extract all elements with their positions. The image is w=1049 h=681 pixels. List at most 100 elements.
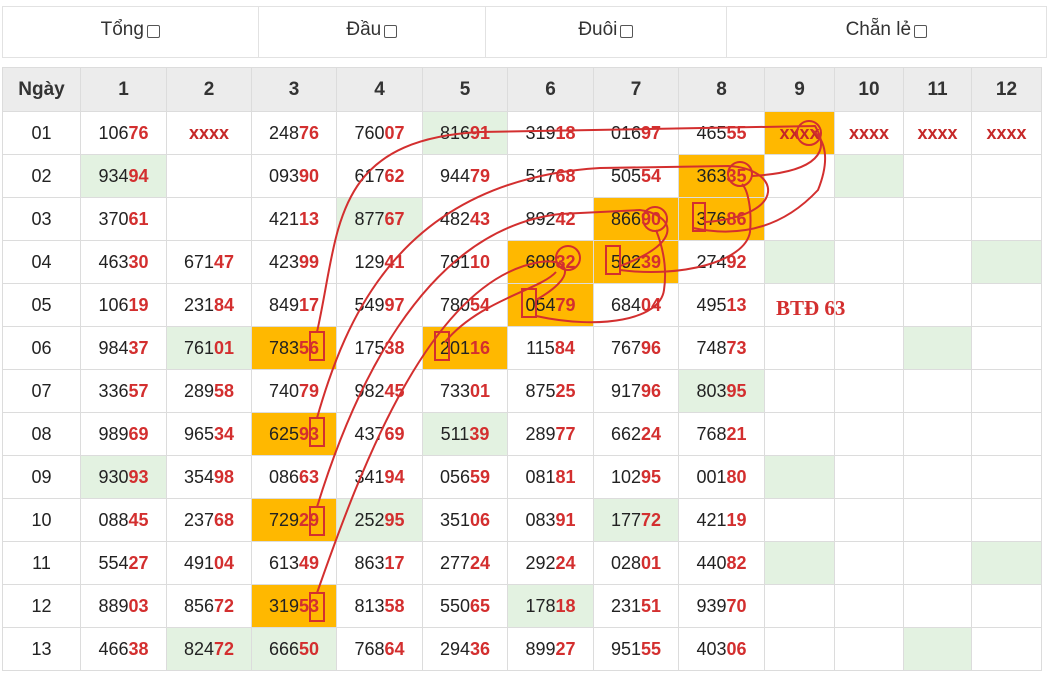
value-last-two: 97 [384, 294, 405, 315]
result-cell [166, 197, 252, 241]
result-cell [764, 584, 835, 628]
filter-tong[interactable]: Tổng [3, 7, 259, 57]
table-row: 12 88903 85672 31953 81358 55065 17818 23151 939… [2, 584, 1042, 628]
value-last-two: 69 [384, 423, 405, 444]
result-cell: xxxx [834, 111, 904, 155]
result-cell: 46638 [80, 627, 167, 671]
value-last-two: 65 [470, 595, 491, 616]
value-last-two: 27 [555, 638, 576, 659]
value-last-two: 70 [726, 595, 747, 616]
table-row: 02 93494 09390 61762 94479 51768 50554 36335 [2, 154, 1042, 198]
value-prefix: 666 [268, 638, 299, 659]
result-cell: 82472 [166, 627, 252, 671]
value-prefix: 617 [354, 165, 385, 186]
result-cell: 37686 [678, 197, 765, 241]
table-row: 01 10676 xxxx 24876 76007 81691 31918 01697 4655… [2, 111, 1042, 155]
result-cell [764, 412, 835, 456]
result-cell: 49104 [166, 541, 252, 585]
result-cell: 28958 [166, 369, 252, 413]
value-prefix: 671 [183, 251, 214, 272]
table-row: 13 46638 82472 66650 76864 29436 89927 95155 403… [2, 627, 1042, 671]
day-cell: 08 [2, 412, 81, 456]
header-row: Ngày 1 2 3 4 5 6 7 8 9 10 11 12 [2, 67, 1042, 112]
column-header-10: 10 [834, 67, 904, 112]
value-last-two: 91 [555, 509, 576, 530]
value-prefix: 178 [525, 595, 556, 616]
result-cell: 33657 [80, 369, 167, 413]
value-last-two: 96 [641, 337, 662, 358]
column-header-11: 11 [903, 67, 972, 112]
result-cell: 76864 [336, 627, 423, 671]
value-prefix: 951 [610, 638, 641, 659]
value-last-two: 97 [641, 122, 662, 143]
filter-duoi[interactable]: Đuôi [486, 7, 727, 57]
result-cell [834, 154, 904, 198]
value-prefix: 093 [268, 165, 299, 186]
value-prefix: 028 [610, 552, 641, 573]
result-cell: 67147 [166, 240, 252, 284]
value-prefix: 899 [525, 638, 556, 659]
result-cell: xxxx [971, 111, 1042, 155]
result-cell [903, 627, 972, 671]
result-cell [903, 326, 972, 370]
value-last-two: 17 [384, 552, 405, 573]
value-last-two: 01 [641, 552, 662, 573]
value-prefix: 767 [610, 337, 641, 358]
value-prefix: 748 [696, 337, 727, 358]
filter-duoi-checkbox[interactable] [620, 25, 634, 38]
result-cell [764, 240, 835, 284]
value-last-two: 10 [470, 251, 491, 272]
value-prefix: 684 [610, 294, 641, 315]
value-last-two: 76 [299, 122, 320, 143]
value-prefix: 768 [696, 423, 727, 444]
filter-chan-le-checkbox[interactable] [914, 25, 928, 38]
value-prefix: 354 [183, 466, 214, 487]
result-cell [834, 369, 904, 413]
value-last-two: 95 [384, 509, 405, 530]
result-cell: 20116 [422, 326, 508, 370]
result-cell: 88903 [80, 584, 167, 628]
table-row: 09 93093 35498 08663 34194 05659 08181 10295 001… [2, 455, 1042, 499]
value-last-two: 27 [128, 552, 149, 573]
value-last-two: 92 [726, 251, 747, 272]
value-last-two: 90 [299, 165, 320, 186]
result-cell: 84917 [251, 283, 337, 327]
value-prefix: 351 [439, 509, 470, 530]
value-prefix: 863 [354, 552, 385, 573]
result-cell: 98245 [336, 369, 423, 413]
value-prefix: 016 [610, 122, 641, 143]
filter-tong-checkbox[interactable] [146, 25, 160, 38]
value-prefix: 115 [526, 337, 555, 358]
result-cell: 68404 [593, 283, 679, 327]
result-cell: 74873 [678, 326, 765, 370]
value-prefix: 875 [525, 380, 556, 401]
value-prefix: 465 [696, 122, 727, 143]
value-prefix: 437 [354, 423, 385, 444]
result-cell: 05479 [507, 283, 594, 327]
value-prefix: 083 [525, 509, 556, 530]
result-cell: 09390 [251, 154, 337, 198]
value-last-two: 49 [299, 552, 320, 573]
value-last-two: 13 [299, 208, 320, 229]
value-prefix: 466 [98, 638, 129, 659]
result-cell [834, 326, 904, 370]
value-last-two: 55 [641, 638, 662, 659]
value-last-two: 95 [726, 380, 747, 401]
value-last-two: 72 [214, 595, 235, 616]
filter-chan-le[interactable]: Chẵn lẻ [727, 7, 1046, 57]
value-prefix: 106 [98, 122, 129, 143]
filter-dau[interactable]: Đầu [259, 7, 487, 57]
filter-dau-checkbox[interactable] [384, 25, 398, 38]
value-prefix: 944 [439, 165, 470, 186]
result-cell: 93970 [678, 584, 765, 628]
value-last-two: 53 [299, 595, 320, 616]
value-last-two: 43 [470, 208, 491, 229]
result-cell: 42119 [678, 498, 765, 542]
result-cell: 12941 [336, 240, 423, 284]
result-cell: 05659 [422, 455, 508, 499]
value-last-two: 19 [726, 509, 747, 530]
value-prefix: 231 [183, 294, 214, 315]
column-header-4: 4 [336, 67, 423, 112]
result-cell [971, 369, 1042, 413]
value-last-two: 93 [299, 423, 320, 444]
